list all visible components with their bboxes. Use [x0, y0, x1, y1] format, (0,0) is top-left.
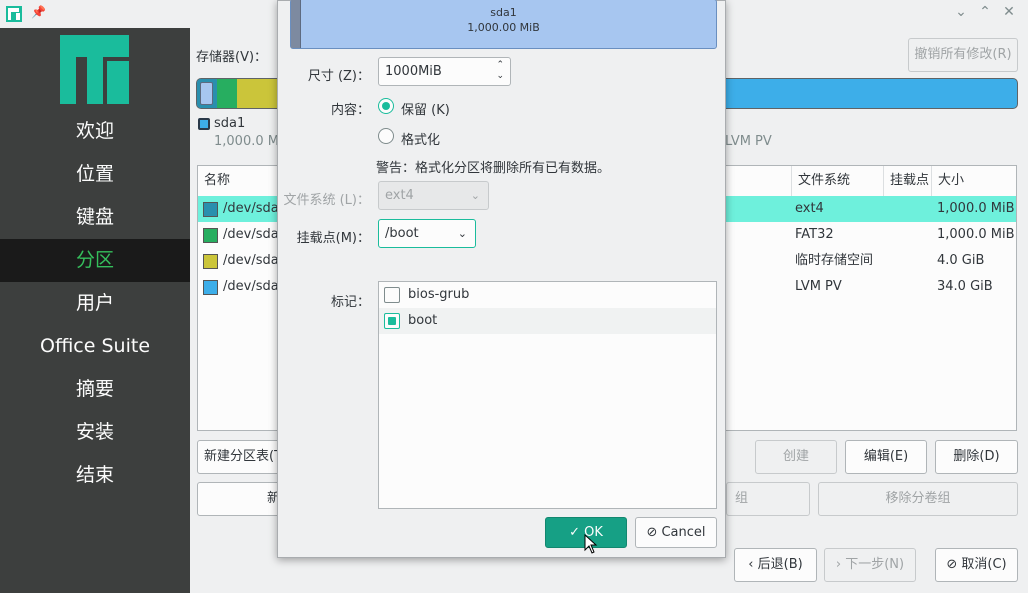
row-size: 1,000.0 MiB [937, 201, 1015, 216]
flag-item-bios-grub[interactable]: bios-grub [379, 282, 716, 308]
cancel-button[interactable]: ⊘ Cancel [635, 517, 717, 548]
chevron-down-icon: ⌄ [470, 189, 480, 202]
pin-icon[interactable]: 📌 [31, 5, 46, 19]
col-header-mount[interactable]: 挂载点 [884, 166, 932, 196]
format-radio[interactable] [378, 128, 394, 144]
flags-label: 标记： [330, 295, 370, 310]
row-filesystem: 临时存储空间 [795, 253, 874, 268]
keep-radio[interactable] [378, 98, 394, 114]
row-color-swatch [203, 202, 218, 217]
bar-segment-sda2 [217, 79, 237, 108]
mount-point-value: /boot [385, 226, 419, 241]
partition-preview: sda1 1,000.00 MiB [290, 0, 717, 49]
sidebar-item-location[interactable]: 位置 [0, 153, 190, 196]
revert-all-button[interactable]: 撤销所有修改(R) [908, 38, 1018, 72]
partition-preview-name: sda1 [490, 6, 517, 19]
maximize-icon[interactable]: ⌃ [976, 4, 994, 20]
sidebar-item-welcome[interactable]: 欢迎 [0, 110, 190, 153]
manjaro-logo [60, 35, 129, 104]
row-size: 1,000.0 MiB [937, 227, 1015, 242]
flag-label: bios-grub [408, 287, 470, 302]
keep-radio-label: 保留 (K) [401, 103, 450, 118]
sidebar: 欢迎 位置 键盘 分区 用户 Office Suite 摘要 安装 结束 [0, 28, 190, 593]
bar-selection-handle[interactable] [200, 82, 213, 105]
row-filesystem: ext4 [795, 201, 824, 216]
row-color-swatch [203, 228, 218, 243]
mount-point-label: 挂载点(M)： [296, 231, 370, 246]
manjaro-app-icon [6, 6, 22, 22]
flag-item-boot[interactable]: boot [379, 308, 716, 334]
sidebar-item-partitions[interactable]: 分区 [0, 239, 190, 282]
cancel-install-button[interactable]: ⊘ 取消(C) [935, 548, 1018, 582]
row-filesystem: FAT32 [795, 227, 834, 242]
size-spinbox[interactable]: 1000MiB ⌃ ⌄ [378, 57, 511, 86]
legend-swatch [198, 118, 210, 130]
new-partition-table-button[interactable]: 新建分区表(T [197, 440, 287, 474]
flag-label: boot [408, 313, 438, 328]
sidebar-item-office-suite[interactable]: Office Suite [0, 325, 190, 368]
next-button[interactable]: › 下一步(N) [824, 548, 916, 582]
remove-volume-group-button[interactable]: 移除分卷组 [818, 482, 1018, 516]
format-warning: 警告：格式化分区将删除所有已有数据。 [376, 161, 611, 176]
sidebar-item-summary[interactable]: 摘要 [0, 368, 190, 411]
filesystem-combo[interactable]: ext4 ⌄ [378, 181, 489, 210]
row-name: /dev/sda [223, 279, 279, 294]
mouse-pointer-icon [584, 534, 598, 554]
legend-lvm: LVM PV [725, 134, 772, 149]
delete-button[interactable]: 删除(D) [935, 440, 1018, 474]
create-button[interactable]: 创建 [755, 440, 837, 474]
size-label: 尺寸 (Z)： [307, 69, 370, 84]
row-name: /dev/sda [223, 253, 279, 268]
legend-size: 1,000.0 Mi [214, 134, 283, 149]
cancel-install-label: 取消(C) [961, 557, 1007, 572]
legend-name: sda1 [214, 116, 246, 131]
row-size: 4.0 GiB [937, 253, 985, 268]
col-header-filesystem[interactable]: 文件系统 [792, 166, 884, 196]
volume-group-button[interactable]: 组 [726, 482, 810, 516]
sidebar-item-install[interactable]: 安装 [0, 411, 190, 454]
new-volume-group-button[interactable]: 新 [197, 482, 287, 516]
flags-list: bios-grub boot [378, 281, 717, 509]
spin-arrows-icon[interactable]: ⌃ ⌄ [496, 60, 504, 82]
size-value: 1000MiB [385, 64, 442, 79]
storage-label: 存储器(V)： [196, 50, 268, 65]
minimize-icon[interactable]: ⌄ [952, 4, 970, 20]
row-filesystem: LVM PV [795, 279, 842, 294]
next-button-label: 下一步(N) [845, 557, 905, 572]
format-radio-label: 格式化 [401, 133, 441, 148]
col-header-size[interactable]: 大小 [932, 166, 1016, 196]
close-icon[interactable]: ✕ [1000, 4, 1018, 20]
boot-checkbox[interactable] [384, 313, 400, 329]
back-button-label: 后退(B) [757, 557, 803, 572]
filesystem-value: ext4 [385, 188, 414, 203]
edit-button[interactable]: 编辑(E) [845, 440, 927, 474]
sidebar-item-keyboard[interactable]: 键盘 [0, 196, 190, 239]
bios-grub-checkbox[interactable] [384, 287, 400, 303]
partition-preview-size: 1,000.00 MiB [467, 21, 540, 34]
row-size: 34.0 GiB [937, 279, 993, 294]
mount-point-combo[interactable]: /boot ⌄ [378, 219, 476, 248]
row-name: /dev/sda [223, 227, 279, 242]
filesystem-label: 文件系统 (L)： [283, 193, 370, 208]
cancel-button-label: Cancel [661, 525, 706, 540]
row-name: /dev/sda [223, 201, 279, 216]
row-color-swatch [203, 280, 218, 295]
sidebar-item-finish[interactable]: 结束 [0, 454, 190, 497]
row-color-swatch [203, 254, 218, 269]
edit-partition-dialog: sda1 1,000.00 MiB 尺寸 (Z)： 1000MiB ⌃ ⌄ 内容：… [277, 0, 726, 558]
sidebar-item-users[interactable]: 用户 [0, 282, 190, 325]
back-button[interactable]: ‹ 后退(B) [734, 548, 817, 582]
content-label: 内容： [330, 103, 370, 118]
chevron-down-icon: ⌄ [457, 227, 467, 240]
